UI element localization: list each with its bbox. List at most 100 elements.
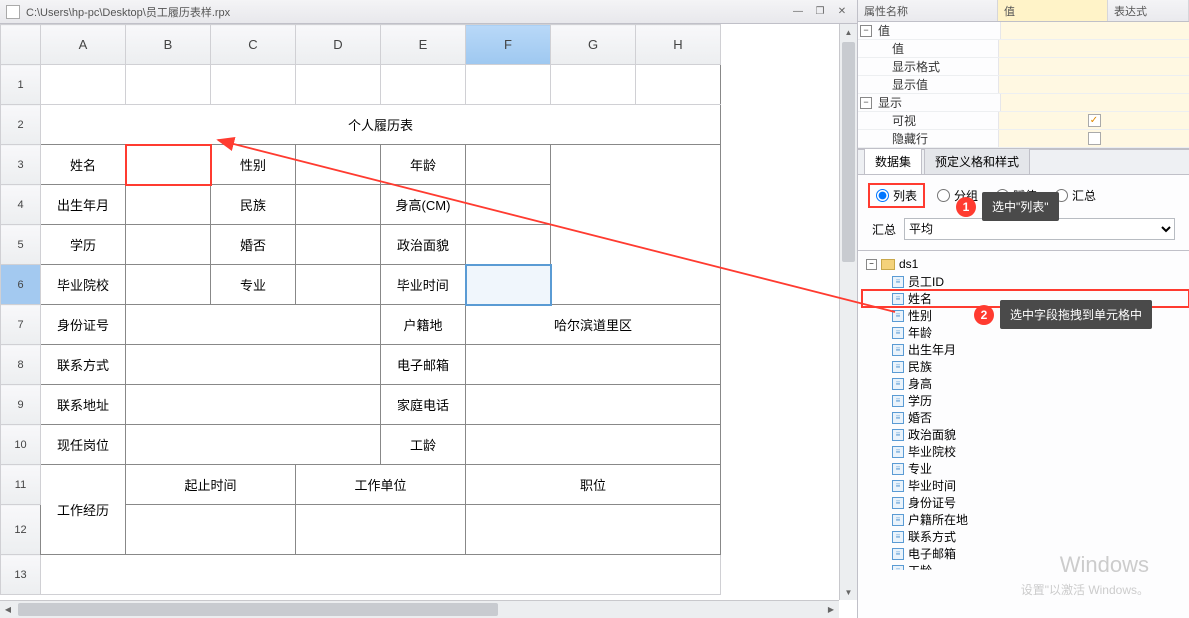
row-header-2[interactable]: 2 — [1, 105, 41, 145]
label-sex[interactable]: 性别 — [211, 145, 296, 185]
cell-sex-value[interactable] — [296, 145, 381, 185]
restore-button[interactable]: ❐ — [811, 5, 829, 19]
selected-cell-F6[interactable] — [466, 265, 551, 305]
field-icon: ≡ — [892, 480, 904, 492]
field-icon: ≡ — [892, 327, 904, 339]
row-header-6[interactable]: 6 — [1, 265, 41, 305]
prop-col-name: 属性名称 — [858, 0, 998, 21]
ds-field-员工ID[interactable]: ≡员工ID — [862, 273, 1189, 290]
file-path: C:\Users\hp-pc\Desktop\员工履历表样.rpx — [26, 4, 785, 20]
ds-field-电子邮箱[interactable]: ≡电子邮箱 — [862, 545, 1189, 562]
row-header-11[interactable]: 11 — [1, 465, 41, 505]
dataset-tree[interactable]: − ds1 ≡员工ID≡姓名≡性别≡年龄≡出生年月≡民族≡身高≡学历≡婚否≡政治… — [858, 250, 1189, 570]
field-icon: ≡ — [892, 548, 904, 560]
tab-bar: 数据集 预定义格和样式 — [858, 149, 1189, 175]
ds-field-户籍所在地[interactable]: ≡户籍所在地 — [862, 511, 1189, 528]
collapse-icon[interactable]: − — [866, 259, 877, 270]
form-title[interactable]: 个人履历表 — [41, 105, 721, 145]
cell-age-value[interactable] — [466, 145, 551, 185]
photo-cell[interactable] — [551, 145, 721, 305]
callout-1: 1 选中"列表" — [956, 192, 1059, 221]
callout-badge-2: 2 — [974, 305, 994, 325]
label-age[interactable]: 年龄 — [381, 145, 466, 185]
field-icon: ≡ — [892, 463, 904, 475]
row-header-10[interactable]: 10 — [1, 425, 41, 465]
collapse-icon[interactable]: − — [860, 97, 872, 109]
ds-field-民族[interactable]: ≡民族 — [862, 358, 1189, 375]
callout-badge-1: 1 — [956, 197, 976, 217]
field-icon: ≡ — [892, 276, 904, 288]
minimize-button[interactable]: — — [789, 5, 807, 19]
spreadsheet-grid[interactable]: A B C D E F G H 1 2 个人履历表 3 姓名 性别 年龄 — [0, 24, 839, 600]
col-header-E[interactable]: E — [381, 25, 466, 65]
hiderow-checkbox[interactable] — [1088, 132, 1101, 145]
scroll-thumb-v[interactable] — [842, 42, 855, 262]
watermark-sub: 设置"以激活 Windows。 — [1021, 581, 1149, 598]
ds-field-工龄[interactable]: ≡工龄 — [862, 562, 1189, 570]
corner-cell[interactable] — [1, 25, 41, 65]
horizontal-scrollbar[interactable]: ◀ ▶ — [0, 600, 839, 618]
radio-list[interactable]: 列表 — [868, 183, 925, 208]
ds-field-毕业院校[interactable]: ≡毕业院校 — [862, 443, 1189, 460]
dataset-root[interactable]: − ds1 — [862, 255, 1189, 273]
radio-summary[interactable]: 汇总 — [1055, 187, 1096, 204]
ds-field-学历[interactable]: ≡学历 — [862, 392, 1189, 409]
prop-col-value: 值 — [998, 0, 1108, 21]
ds-field-政治面貌[interactable]: ≡政治面貌 — [862, 426, 1189, 443]
callout-text-1: 选中"列表" — [982, 192, 1059, 221]
property-tree[interactable]: −值 值 显示格式 显示值 −显示 可视 隐藏行 — [858, 22, 1189, 149]
field-icon: ≡ — [892, 344, 904, 356]
row-header-13[interactable]: 13 — [1, 555, 41, 595]
row-header-9[interactable]: 9 — [1, 385, 41, 425]
field-icon: ≡ — [892, 531, 904, 543]
row-header-5[interactable]: 5 — [1, 225, 41, 265]
col-header-C[interactable]: C — [211, 25, 296, 65]
field-icon: ≡ — [892, 429, 904, 441]
scroll-up-icon[interactable]: ▲ — [840, 24, 857, 40]
field-icon: ≡ — [892, 310, 904, 322]
scroll-thumb-h[interactable] — [18, 603, 498, 616]
tab-dataset[interactable]: 数据集 — [864, 148, 922, 174]
field-icon: ≡ — [892, 395, 904, 407]
row-header-1[interactable]: 1 — [1, 65, 41, 105]
row-header-8[interactable]: 8 — [1, 345, 41, 385]
field-icon: ≡ — [892, 378, 904, 390]
field-icon: ≡ — [892, 412, 904, 424]
col-header-G[interactable]: G — [551, 25, 636, 65]
callout-2: 2 选中字段拖拽到单元格中 — [974, 300, 1152, 329]
scroll-left-icon[interactable]: ◀ — [0, 601, 16, 618]
aggregate-label: 汇总 — [872, 221, 896, 238]
collapse-icon[interactable]: − — [860, 25, 872, 37]
field-icon: ≡ — [892, 514, 904, 526]
field-icon: ≡ — [892, 361, 904, 373]
label-name[interactable]: 姓名 — [41, 145, 126, 185]
scroll-right-icon[interactable]: ▶ — [823, 601, 839, 618]
ds-field-专业[interactable]: ≡专业 — [862, 460, 1189, 477]
row-header-3[interactable]: 3 — [1, 145, 41, 185]
row-header-7[interactable]: 7 — [1, 305, 41, 345]
vertical-scrollbar[interactable]: ▲ ▼ — [839, 24, 857, 600]
ds-field-身份证号[interactable]: ≡身份证号 — [862, 494, 1189, 511]
close-button[interactable]: ✕ — [833, 5, 851, 19]
cell-name-value[interactable] — [126, 145, 211, 185]
visible-checkbox[interactable] — [1088, 114, 1101, 127]
tab-predefined[interactable]: 预定义格和样式 — [924, 148, 1030, 174]
col-header-H[interactable]: H — [636, 25, 721, 65]
property-header: 属性名称 值 表达式 — [858, 0, 1189, 22]
ds-field-婚否[interactable]: ≡婚否 — [862, 409, 1189, 426]
aggregate-select[interactable]: 平均 — [904, 218, 1175, 240]
ds-field-联系方式[interactable]: ≡联系方式 — [862, 528, 1189, 545]
field-icon: ≡ — [892, 497, 904, 509]
scroll-down-icon[interactable]: ▼ — [840, 584, 857, 600]
col-header-F[interactable]: F — [466, 25, 551, 65]
row-header-12[interactable]: 12 — [1, 505, 41, 555]
ds-field-身高[interactable]: ≡身高 — [862, 375, 1189, 392]
field-icon: ≡ — [892, 565, 904, 571]
ds-field-毕业时间[interactable]: ≡毕业时间 — [862, 477, 1189, 494]
col-header-A[interactable]: A — [41, 25, 126, 65]
ds-field-出生年月[interactable]: ≡出生年月 — [862, 341, 1189, 358]
col-header-B[interactable]: B — [126, 25, 211, 65]
field-icon: ≡ — [892, 446, 904, 458]
col-header-D[interactable]: D — [296, 25, 381, 65]
row-header-4[interactable]: 4 — [1, 185, 41, 225]
